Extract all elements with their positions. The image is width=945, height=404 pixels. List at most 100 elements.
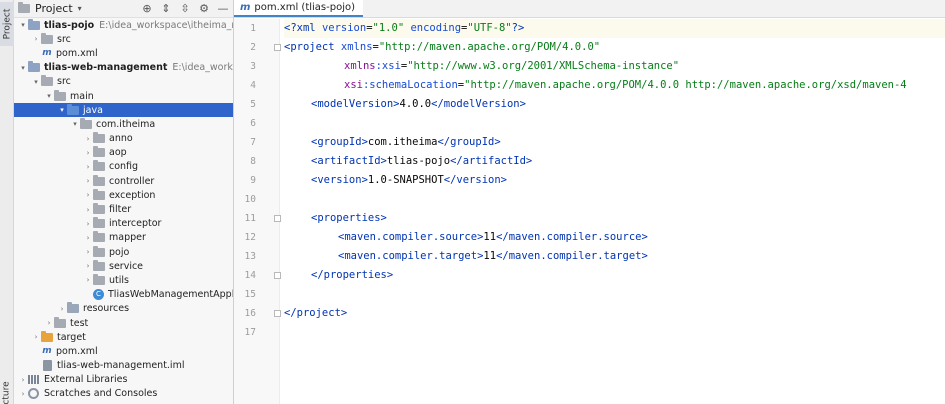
- tree-item-aop[interactable]: › aop: [14, 146, 233, 160]
- tree-item-config[interactable]: › config: [14, 160, 233, 174]
- tree-item-exception[interactable]: › exception: [14, 188, 233, 202]
- folder-icon: [54, 89, 66, 101]
- structure-tool-tab[interactable]: cture: [0, 381, 14, 404]
- fold-marker-icon[interactable]: [274, 272, 281, 279]
- tree-item-anno[interactable]: › anno: [14, 132, 233, 146]
- tree-item-controller[interactable]: › controller: [14, 174, 233, 188]
- tree-item-com-itheima[interactable]: ▾ com.itheima: [14, 117, 233, 131]
- tree-item-label: utils: [109, 274, 129, 286]
- chevron-right-icon[interactable]: ›: [44, 319, 54, 327]
- code-line: <version>1.0-SNAPSHOT</version>: [284, 174, 507, 186]
- chevron-right-icon[interactable]: ›: [83, 248, 93, 256]
- fold-marker-icon[interactable]: [274, 310, 281, 317]
- folder-icon: [93, 245, 105, 257]
- code-token: :xsi: [375, 60, 401, 72]
- code-token: 4.0.0: [399, 98, 432, 110]
- code-token: </maven.compiler.source>: [496, 231, 648, 243]
- chevron-right-icon[interactable]: ›: [83, 149, 93, 157]
- code-editor[interactable]: <?xml version="1.0" encoding="UTF-8"?> <p…: [284, 19, 945, 404]
- tree-item-main[interactable]: ▾ main: [14, 89, 233, 103]
- code-token: 1.0-SNAPSHOT: [367, 174, 444, 186]
- code-line: xsi:schemaLocation="http://maven.apache.…: [284, 79, 907, 91]
- chevron-right-icon[interactable]: ›: [83, 177, 93, 185]
- tree-item-service[interactable]: › service: [14, 259, 233, 273]
- tree-item-label: interceptor: [109, 218, 162, 230]
- project-tool-tab[interactable]: Project: [0, 2, 14, 46]
- tree-item-target[interactable]: › target: [14, 330, 233, 344]
- folder-icon: [93, 132, 105, 144]
- tree-item-pom-xml[interactable]: m pom.xml: [14, 46, 233, 60]
- tree-item-label: service: [109, 260, 144, 272]
- tree-item-pom-xml[interactable]: m pom.xml: [14, 344, 233, 358]
- tree-item-utils[interactable]: › utils: [14, 273, 233, 287]
- folder-icon: [80, 117, 92, 129]
- tree-item-tlias-web-management[interactable]: ▾ tlias-web-management E:\idea_workspace\i…: [14, 61, 233, 75]
- chevron-right-icon[interactable]: ›: [31, 333, 41, 341]
- line-number: 3: [250, 61, 256, 72]
- code-token: <artifactId>: [311, 155, 387, 167]
- locate-file-icon[interactable]: ⊕: [141, 2, 153, 15]
- fold-marker-icon[interactable]: [274, 215, 281, 222]
- project-tree: ▾ tlias-pojo E:\idea_workspace\itheima_mav…: [14, 18, 233, 401]
- chevron-right-icon[interactable]: ›: [83, 234, 93, 242]
- fold-marker-icon[interactable]: [274, 44, 281, 51]
- module-folder-icon: [28, 61, 40, 73]
- editor-tab-bar: m pom.xml (tlias-pojo): [234, 0, 945, 18]
- tree-item-interceptor[interactable]: › interceptor: [14, 217, 233, 231]
- code-token: <?xml: [284, 22, 322, 34]
- folder-icon: [41, 75, 53, 87]
- tree-item-test[interactable]: › test: [14, 316, 233, 330]
- chevron-right-icon[interactable]: ›: [18, 376, 28, 384]
- collapse-all-icon[interactable]: ⇳: [179, 2, 191, 15]
- chevron-right-icon[interactable]: ›: [83, 206, 93, 214]
- code-token: <version>: [311, 174, 368, 186]
- tree-item-label: pojo: [109, 246, 130, 258]
- chevron-down-icon[interactable]: ▾: [70, 120, 80, 128]
- chevron-down-icon[interactable]: ▾: [57, 106, 67, 114]
- code-token: <maven.compiler.source>: [338, 231, 484, 243]
- folder-icon: [93, 174, 105, 186]
- tree-item-src[interactable]: ▾ src: [14, 75, 233, 89]
- expand-all-icon[interactable]: ⇕: [160, 2, 172, 15]
- code-token: com.itheima: [367, 136, 438, 148]
- code-token: 11: [483, 250, 497, 262]
- tree-item-external-libraries[interactable]: › External Libraries: [14, 373, 233, 387]
- chevron-right-icon[interactable]: ›: [83, 191, 93, 199]
- chevron-right-icon[interactable]: ›: [83, 135, 93, 143]
- chevron-down-icon[interactable]: ▾: [18, 21, 28, 29]
- tree-item-mapper[interactable]: › mapper: [14, 231, 233, 245]
- tree-item-scratches-and-consoles[interactable]: › Scratches and Consoles: [14, 387, 233, 401]
- tree-item-tlias-pojo[interactable]: ▾ tlias-pojo E:\idea_workspace\itheima_mav…: [14, 18, 233, 32]
- chevron-right-icon[interactable]: ›: [83, 163, 93, 171]
- editor-tab-pom-xml[interactable]: m pom.xml (tlias-pojo): [234, 0, 364, 17]
- tree-item-src[interactable]: › src: [14, 32, 233, 46]
- tree-item-resources[interactable]: › resources: [14, 302, 233, 316]
- chevron-down-icon[interactable]: ▾: [18, 64, 28, 72]
- project-view-selector[interactable]: Project ▾: [18, 2, 82, 15]
- folder-icon: [93, 217, 105, 229]
- chevron-right-icon[interactable]: ›: [18, 390, 28, 398]
- chevron-right-icon[interactable]: ›: [57, 305, 67, 313]
- code-token: encoding: [410, 22, 462, 34]
- tree-item-label: com.itheima: [96, 118, 156, 130]
- chevron-down-icon[interactable]: ▾: [44, 92, 54, 100]
- tree-item-tliaswebmanagementapplicat[interactable]: C TliasWebManagementApplicat: [14, 288, 233, 302]
- tree-item-label: test: [70, 317, 89, 329]
- chevron-right-icon[interactable]: ›: [83, 276, 93, 284]
- code-token: "http://www.w3.org/2001/XMLSchema-instan…: [407, 60, 680, 72]
- tree-item-filter[interactable]: › filter: [14, 202, 233, 216]
- code-token: "http://maven.apache.org/POM/4.0.0": [378, 41, 601, 53]
- line-number: 8: [250, 156, 256, 167]
- tree-item-pojo[interactable]: › pojo: [14, 245, 233, 259]
- chevron-down-icon[interactable]: ▾: [31, 78, 41, 86]
- tree-item-java[interactable]: ▾ java: [14, 103, 233, 118]
- chevron-right-icon[interactable]: ›: [83, 220, 93, 228]
- chevron-right-icon[interactable]: ›: [83, 262, 93, 270]
- gear-icon[interactable]: ⚙: [198, 2, 210, 15]
- tree-item-tlias-web-management-iml[interactable]: tlias-web-management.iml: [14, 359, 233, 373]
- chevron-right-icon[interactable]: ›: [31, 35, 41, 43]
- tree-item-label: aop: [109, 147, 127, 159]
- line-number: 4: [250, 80, 256, 91]
- code-line: <project xmlns="http://maven.apache.org/…: [284, 41, 600, 53]
- hide-panel-icon[interactable]: —: [217, 2, 229, 15]
